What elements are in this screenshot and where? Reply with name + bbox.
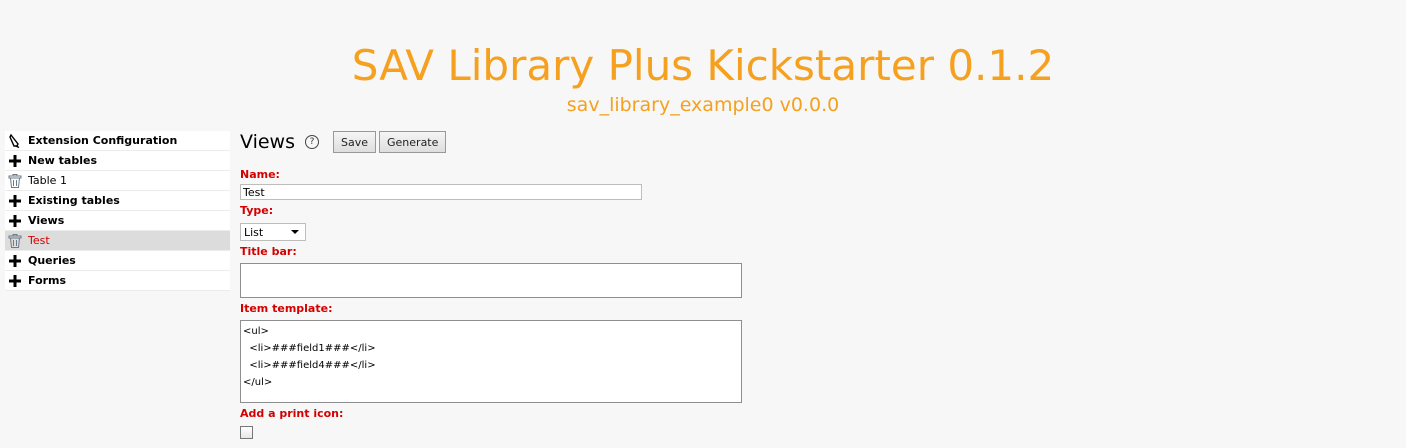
sidebar-item-new-tables[interactable]: New tables — [5, 151, 230, 171]
section-title: Views — [240, 131, 295, 153]
plus-icon — [7, 213, 23, 229]
sidebar-item-label: Test — [28, 234, 50, 247]
sidebar-item-existing-tables[interactable]: Existing tables — [5, 191, 230, 211]
name-label: Name: — [240, 168, 280, 181]
type-label: Type: — [240, 204, 274, 217]
plus-icon — [7, 153, 23, 169]
title-bar-label: Title bar: — [240, 245, 297, 258]
sidebar-item-test[interactable]: Test — [5, 231, 230, 251]
sidebar-item-label: Existing tables — [28, 194, 120, 207]
views-form: Views ? Save Generate — [240, 128, 840, 156]
views-header: Views ? Save Generate — [240, 128, 840, 156]
sidebar-item-label: Extension Configuration — [28, 134, 178, 147]
help-icon[interactable]: ? — [305, 135, 319, 149]
header: SAV Library Plus Kickstarter 0.1.2 sav_l… — [0, 40, 1406, 118]
sidebar-item-views[interactable]: Views — [5, 211, 230, 231]
page-title: SAV Library Plus Kickstarter 0.1.2 — [351, 41, 1055, 90]
title-bar-textarea[interactable] — [240, 263, 742, 298]
sidebar-item-queries[interactable]: Queries — [5, 251, 230, 271]
print-icon-checkbox[interactable] — [240, 426, 253, 439]
sidebar-item-label: Queries — [28, 254, 76, 267]
page-subtitle: sav_library_example0 v0.0.0 — [566, 94, 840, 116]
plus-icon — [7, 253, 23, 269]
name-input[interactable] — [240, 184, 642, 200]
sidebar-item-extension-configuration[interactable]: Extension Configuration — [5, 131, 230, 151]
pen-icon — [7, 133, 23, 149]
print-icon-label: Add a print icon: — [240, 407, 344, 420]
item-template-textarea[interactable]: <ul> <li>###field1###</li> <li>###field4… — [240, 320, 742, 403]
sidebar-item-forms[interactable]: Forms — [5, 271, 230, 291]
sidebar-item-label: Views — [28, 214, 65, 227]
type-select-value: List — [244, 225, 264, 239]
sidebar-item-label: Forms — [28, 274, 67, 287]
save-button[interactable]: Save — [333, 131, 377, 153]
type-select[interactable]: List — [240, 223, 306, 241]
trash-icon — [7, 233, 23, 249]
plus-icon — [7, 273, 23, 289]
sidebar-item-table-1[interactable]: Table 1 — [5, 171, 230, 191]
trash-icon — [7, 173, 23, 189]
generate-button[interactable]: Generate — [379, 131, 447, 153]
item-template-label: Item template: — [240, 302, 333, 315]
chevron-down-icon — [291, 230, 299, 234]
sidebar-item-label: New tables — [28, 154, 97, 167]
sidebar-item-label: Table 1 — [28, 174, 67, 187]
sidebar: Extension Configuration New tables Table… — [5, 131, 230, 291]
plus-icon — [7, 193, 23, 209]
